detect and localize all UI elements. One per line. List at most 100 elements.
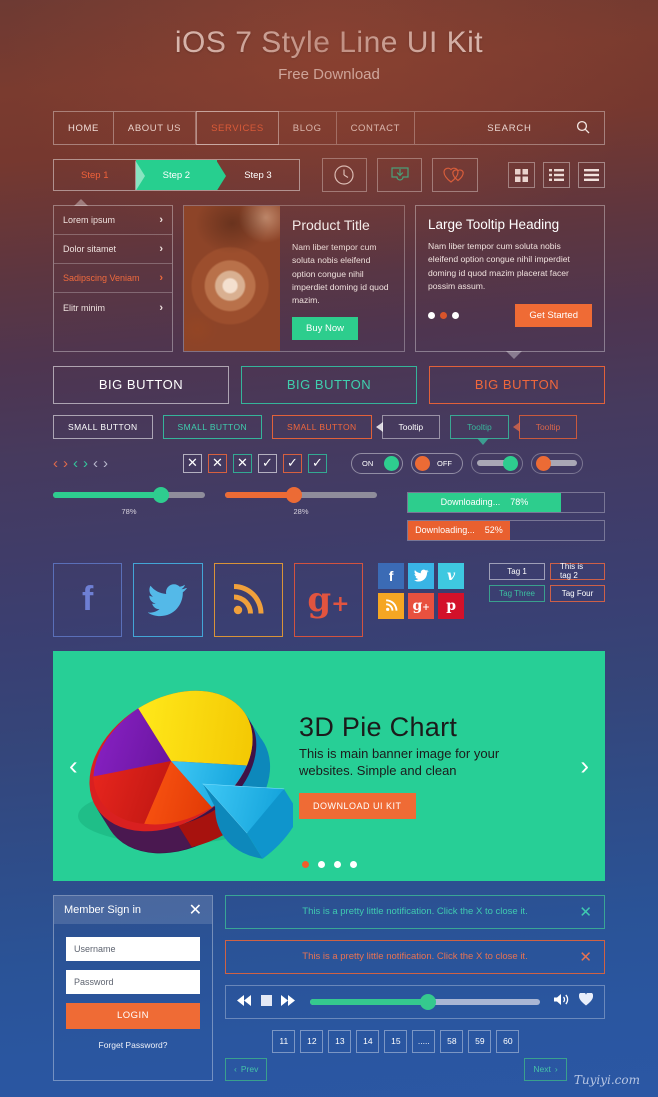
dot[interactable] xyxy=(452,312,459,320)
checkbox-x-teal[interactable]: ✕ xyxy=(233,453,252,473)
slider-switch-green[interactable] xyxy=(471,452,523,474)
tag-3[interactable]: Tag Three xyxy=(489,584,545,602)
stop-icon[interactable] xyxy=(261,993,272,1011)
checkbox-x-white[interactable]: ✕ xyxy=(183,453,202,473)
pagination-page[interactable]: 15 xyxy=(384,1029,408,1053)
username-input[interactable]: Username xyxy=(66,936,200,961)
close-icon[interactable]: ✕ xyxy=(579,948,592,966)
menu-item-lorem-ipsum[interactable]: Lorem ipsum › xyxy=(54,206,172,235)
big-button-teal[interactable]: BIG BUTTON xyxy=(241,365,417,404)
banner-dot[interactable] xyxy=(349,860,357,868)
pagination-next-button[interactable]: Next › xyxy=(524,1057,567,1081)
chevron-left-icon[interactable]: ‹ xyxy=(93,455,98,472)
dot-active[interactable] xyxy=(440,312,447,320)
page-subtitle: Free Download xyxy=(278,66,380,83)
nav-item-contact[interactable]: CONTACT xyxy=(337,112,416,144)
small-button-teal[interactable]: SMALL BUTTON xyxy=(162,414,263,439)
checkbox-x-orange[interactable]: ✕ xyxy=(208,453,227,473)
close-icon[interactable]: ✕ xyxy=(579,903,592,921)
facebook-icon[interactable]: f xyxy=(378,562,405,589)
notification-text: This is a pretty little notification. Cl… xyxy=(302,906,528,918)
banner-prev-chevron-left-icon[interactable]: ‹ xyxy=(69,750,78,781)
hearts-icon[interactable] xyxy=(432,158,478,192)
banner-next-chevron-right-icon[interactable]: › xyxy=(580,750,589,781)
vimeo-icon[interactable]: v xyxy=(438,562,465,589)
chevron-left-icon[interactable]: ‹ xyxy=(53,455,58,472)
pagination-page[interactable]: 13 xyxy=(328,1029,352,1053)
tooltip-card: Large Tooltip Heading Nam liber tempor c… xyxy=(415,205,605,359)
twitter-icon[interactable] xyxy=(408,562,435,589)
pagination-page[interactable]: 58 xyxy=(440,1029,464,1053)
fastforward-icon[interactable] xyxy=(281,993,296,1011)
password-placeholder: Password xyxy=(74,976,114,987)
pagination-page[interactable]: 59 xyxy=(468,1029,492,1053)
small-button-orange[interactable]: SMALL BUTTON xyxy=(272,414,372,439)
login-button[interactable]: LOGIN xyxy=(66,1002,200,1029)
heart-icon[interactable] xyxy=(578,991,594,1011)
grid-view-icon[interactable] xyxy=(507,162,535,188)
clock-icon[interactable] xyxy=(321,158,368,192)
nav-item-about-us[interactable]: ABOUT US xyxy=(114,112,197,144)
step-2[interactable]: Step 2 xyxy=(135,160,227,190)
main-nav: HOME ABOUT US SERVICES BLOG CONTACT SEAR… xyxy=(53,111,605,145)
pinterest-icon[interactable]: p xyxy=(438,592,465,619)
nav-item-home[interactable]: HOME xyxy=(54,112,114,144)
tag-4[interactable]: Tag Four xyxy=(550,584,606,602)
pagination-page[interactable]: 11 xyxy=(272,1029,296,1053)
slider-orange[interactable]: 28% xyxy=(225,486,377,516)
facebook-icon[interactable]: f xyxy=(53,562,123,637)
list-view-icon[interactable] xyxy=(542,162,570,188)
slider-green[interactable]: 78% xyxy=(53,486,205,516)
forget-password-link[interactable]: Forget Password? xyxy=(66,1040,200,1050)
checkbox-check-white[interactable]: ✓ xyxy=(258,453,277,473)
dot[interactable] xyxy=(428,312,435,320)
tag-1[interactable]: Tag 1 xyxy=(489,562,545,580)
nav-item-services[interactable]: SERVICES xyxy=(196,111,279,145)
pagination-prev-button[interactable]: ‹ Prev xyxy=(225,1057,268,1081)
step-3[interactable]: Step 3 xyxy=(217,160,299,190)
big-button-orange[interactable]: BIG BUTTON xyxy=(429,365,605,404)
big-button-white[interactable]: BIG BUTTON xyxy=(53,365,229,404)
rss-icon[interactable] xyxy=(213,562,283,637)
download-ui-kit-button[interactable]: DOWNLOAD UI KIT xyxy=(299,793,416,820)
tag-2[interactable]: This is tag 2 xyxy=(550,562,606,580)
menu-item-sadipscing-veniam[interactable]: Sadipscing Veniam › xyxy=(54,264,172,293)
close-icon[interactable]: ✕ xyxy=(189,900,202,920)
small-button-white[interactable]: SMALL BUTTON xyxy=(53,414,153,439)
menu-item-elitr-minim[interactable]: Elitr minim › xyxy=(54,293,172,322)
get-started-button[interactable]: Get Started xyxy=(515,304,592,328)
menu-item-dolor-sitamet[interactable]: Dolor sitamet › xyxy=(54,235,172,264)
search-icon[interactable] xyxy=(576,120,590,137)
search-field[interactable]: SEARCH xyxy=(415,112,604,144)
chevron-right-icon[interactable]: › xyxy=(103,455,108,472)
menu-view-icon[interactable] xyxy=(577,162,605,188)
twitter-icon[interactable] xyxy=(133,562,203,637)
googleplus-icon[interactable]: g+ xyxy=(408,592,435,619)
pagination-page[interactable]: 60 xyxy=(496,1029,520,1053)
banner-dot-active[interactable] xyxy=(301,860,309,868)
nav-item-blog[interactable]: BLOG xyxy=(279,112,337,144)
checkbox-check-teal[interactable]: ✓ xyxy=(308,453,327,473)
chevron-right-icon[interactable]: › xyxy=(63,455,68,472)
banner-dot[interactable] xyxy=(333,860,341,868)
volume-icon[interactable] xyxy=(554,993,570,1011)
googleplus-icon[interactable]: g+ xyxy=(293,562,364,637)
download-inbox-icon[interactable] xyxy=(377,158,423,192)
hero-section: iOS 7 Style Line UI Kit Free Download xyxy=(0,0,658,83)
chevron-left-icon[interactable]: ‹ xyxy=(73,455,78,472)
banner-dot[interactable] xyxy=(317,860,325,868)
buy-now-button[interactable]: Buy Now xyxy=(292,316,359,340)
pagination-page[interactable]: 12 xyxy=(300,1029,324,1053)
step-1[interactable]: Step 1 xyxy=(54,160,145,190)
toggle-switch-off[interactable]: OFF xyxy=(411,452,463,474)
toggle-switch-on[interactable]: ON xyxy=(351,452,403,474)
checkbox-check-orange[interactable]: ✓ xyxy=(283,453,302,473)
notification-text: This is a pretty little notification. Cl… xyxy=(302,951,528,963)
rss-icon[interactable] xyxy=(378,592,405,619)
pagination-page[interactable]: 14 xyxy=(356,1029,380,1053)
slider-switch-orange[interactable] xyxy=(531,452,583,474)
password-input[interactable]: Password xyxy=(66,969,200,994)
rewind-icon[interactable] xyxy=(237,993,252,1011)
chevron-right-icon[interactable]: › xyxy=(83,455,88,472)
media-progress-slider[interactable] xyxy=(310,993,540,1010)
